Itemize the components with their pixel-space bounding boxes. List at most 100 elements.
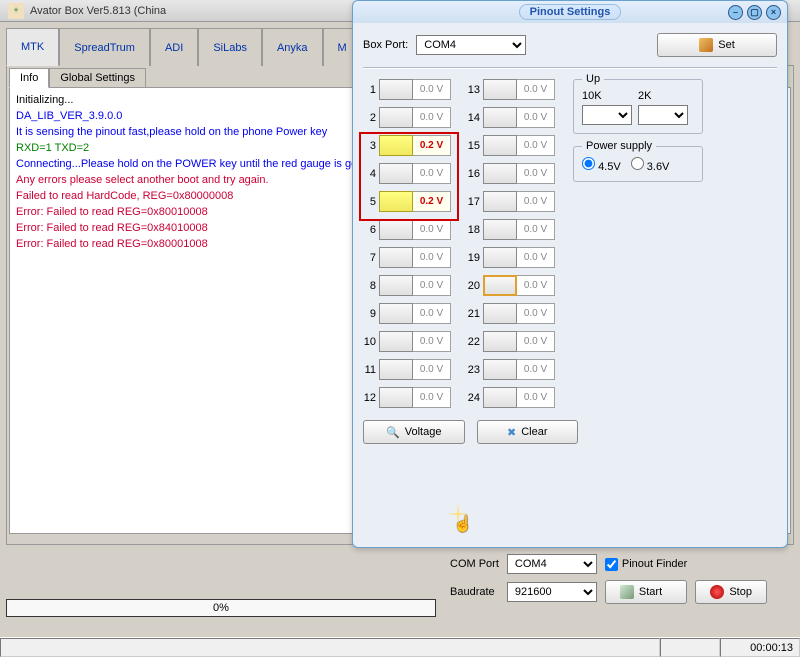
baudrate-select[interactable]: 921600: [507, 582, 597, 602]
pinout-finder-checkbox[interactable]: Pinout Finder: [605, 558, 687, 571]
tab-spreadtrum[interactable]: SpreadTrum: [59, 28, 150, 66]
pin-button-24[interactable]: [483, 387, 517, 408]
pin-row-10: 10 0.0 V: [363, 331, 451, 352]
pin-voltage: 0.0 V: [517, 191, 555, 212]
up-group: Up 10K 2K: [573, 79, 703, 134]
pin-row-24: 240.0 V: [467, 387, 555, 408]
comport-select[interactable]: COM4: [507, 554, 597, 574]
pin-row-12: 12 0.0 V: [363, 387, 451, 408]
pin-button-19[interactable]: [483, 247, 517, 268]
pin-row-5: 50.2 V: [363, 191, 451, 212]
pin-label: 19: [467, 252, 483, 264]
up-2k-select[interactable]: [638, 105, 688, 125]
pin-voltage: 0.0 V: [413, 107, 451, 128]
pin-button-22[interactable]: [483, 331, 517, 352]
pin-voltage: 0.0 V: [413, 303, 451, 324]
inner-tab-info[interactable]: Info: [9, 68, 49, 88]
pin-button-16[interactable]: [483, 163, 517, 184]
dialog-titlebar[interactable]: Pinout Settings – ▢ ×: [353, 1, 787, 23]
pin-label: 8: [363, 280, 379, 292]
pin-row-2: 20.0 V: [363, 107, 451, 128]
pin-label: 5: [363, 196, 379, 208]
pin-label: 18: [467, 224, 483, 236]
pin-voltage: 0.0 V: [517, 219, 555, 240]
pin-row-14: 140.0 V: [467, 107, 555, 128]
pin-row-8: 8 0.0 V: [363, 275, 451, 296]
pin-voltage: 0.0 V: [413, 163, 451, 184]
set-button[interactable]: Set: [657, 33, 777, 57]
tab-silabs[interactable]: SiLabs: [198, 28, 262, 66]
pin-voltage: 0.2 V: [413, 135, 451, 156]
pin-button-4[interactable]: [379, 163, 413, 184]
elapsed-time: 00:00:13: [720, 638, 800, 657]
boxport-select[interactable]: COM4: [416, 35, 526, 55]
tab-adi[interactable]: ADI: [150, 28, 198, 66]
pin-voltage: 0.0 V: [517, 79, 555, 100]
pin-button-3[interactable]: [379, 135, 413, 156]
pin-row-7: 7 0.0 V: [363, 247, 451, 268]
pin-button-2[interactable]: [379, 107, 413, 128]
pin-button-18[interactable]: [483, 219, 517, 240]
pin-voltage: 0.0 V: [517, 107, 555, 128]
inner-tab-global-settings[interactable]: Global Settings: [49, 68, 146, 88]
pin-label: 22: [467, 336, 483, 348]
pin-row-23: 230.0 V: [467, 359, 555, 380]
pin-label: 1: [363, 84, 379, 96]
pin-voltage: 0.0 V: [517, 163, 555, 184]
pin-label: 13: [467, 84, 483, 96]
pin-label: 12: [363, 392, 379, 404]
pin-voltage: 0.0 V: [413, 387, 451, 408]
pin-button-11[interactable]: [379, 359, 413, 380]
pin-voltage: 0.0 V: [413, 247, 451, 268]
status-left: [0, 638, 660, 657]
pin-voltage: 0.0 V: [413, 331, 451, 352]
pin-label: 15: [467, 140, 483, 152]
power-45-radio[interactable]: 4.5V: [582, 157, 621, 173]
tab-anyka[interactable]: Anyka: [262, 28, 323, 66]
pin-button-20[interactable]: [483, 275, 517, 296]
pin-label: 11: [363, 364, 379, 376]
pin-button-7[interactable]: [379, 247, 413, 268]
pin-label: 7: [363, 252, 379, 264]
pin-button-14[interactable]: [483, 107, 517, 128]
pin-voltage: 0.0 V: [517, 387, 555, 408]
pin-row-22: 220.0 V: [467, 331, 555, 352]
pin-button-17[interactable]: [483, 191, 517, 212]
pin-row-21: 210.0 V: [467, 303, 555, 324]
stop-icon: [710, 585, 724, 599]
voltage-button[interactable]: 🔍 Voltage: [363, 420, 465, 444]
status-mid: [660, 638, 720, 657]
pin-button-9[interactable]: [379, 303, 413, 324]
minimize-button[interactable]: –: [728, 5, 743, 20]
start-button[interactable]: Start: [605, 580, 687, 604]
pin-label: 4: [363, 168, 379, 180]
stop-button[interactable]: Stop: [695, 580, 767, 604]
up-10k-select[interactable]: [582, 105, 632, 125]
pin-button-23[interactable]: [483, 359, 517, 380]
pin-voltage: 0.0 V: [413, 219, 451, 240]
pin-button-10[interactable]: [379, 331, 413, 352]
pin-button-5[interactable]: [379, 191, 413, 212]
pin-button-8[interactable]: [379, 275, 413, 296]
close-button[interactable]: ×: [766, 5, 781, 20]
pin-button-15[interactable]: [483, 135, 517, 156]
pin-label: 10: [363, 336, 379, 348]
pinout-dialog: Pinout Settings – ▢ × Box Port: COM4 Set…: [352, 0, 788, 548]
pin-button-21[interactable]: [483, 303, 517, 324]
power-36-radio[interactable]: 3.6V: [631, 157, 670, 173]
clear-button[interactable]: ✖ Clear: [477, 420, 579, 444]
tab-mtk[interactable]: MTK: [6, 28, 59, 66]
pin-row-6: 60.0 V: [363, 219, 451, 240]
dialog-title: Pinout Settings: [519, 4, 622, 20]
pin-row-17: 170.0 V: [467, 191, 555, 212]
maximize-button[interactable]: ▢: [747, 5, 762, 20]
pin-button-6[interactable]: [379, 219, 413, 240]
pin-label: 23: [467, 364, 483, 376]
power-group: Power supply 4.5V 3.6V: [573, 146, 703, 182]
pin-voltage: 0.0 V: [413, 275, 451, 296]
pin-button-1[interactable]: [379, 79, 413, 100]
pin-button-12[interactable]: [379, 387, 413, 408]
pin-label: 3: [363, 140, 379, 152]
pin-button-13[interactable]: [483, 79, 517, 100]
pin-voltage: 0.0 V: [413, 79, 451, 100]
